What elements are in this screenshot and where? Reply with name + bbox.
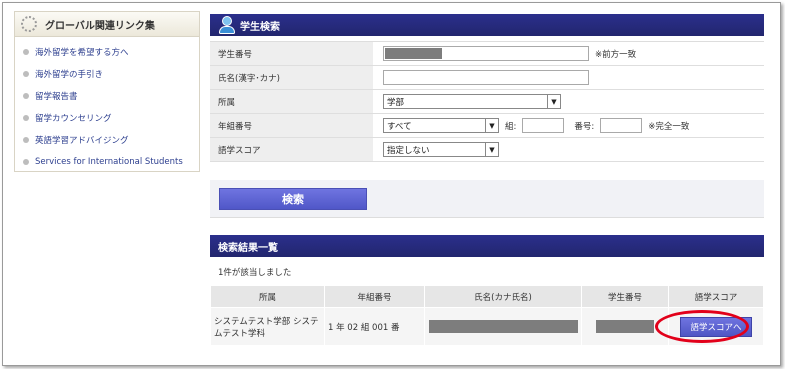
column-header-name: 氏名(カナ氏名) xyxy=(424,285,582,308)
student-number-label: 学生番号 xyxy=(210,42,373,65)
bullet-icon xyxy=(23,137,29,143)
chevron-down-icon: ▼ xyxy=(485,119,498,132)
name-input[interactable] xyxy=(383,70,589,85)
sidebar-link-report[interactable]: 留学報告書 xyxy=(15,85,199,107)
prefix-match-note: ※前方一致 xyxy=(595,49,637,60)
bullet-icon xyxy=(23,49,29,55)
bullet-icon xyxy=(23,115,29,121)
number-label: 番号: xyxy=(574,121,595,132)
chevron-down-icon: ▼ xyxy=(547,95,560,108)
search-button-area: 検索 xyxy=(210,180,764,218)
language-score-label: 語学スコア xyxy=(210,138,373,161)
redacted-value xyxy=(385,48,442,59)
cell-grade-class: 1 年 02 組 001 番 xyxy=(324,307,425,346)
grade-class-label: 年組番号 xyxy=(210,114,373,137)
search-button[interactable]: 検索 xyxy=(219,188,367,210)
year-select-value: すべて xyxy=(387,121,412,132)
affiliation-select[interactable]: 学部 ▼ xyxy=(383,94,561,109)
form-row-name: 氏名(漢字･カナ) xyxy=(210,66,764,90)
column-header-student-number: 学生番号 xyxy=(581,285,669,308)
sidebar-link-label: Services for International Students xyxy=(35,157,183,167)
sidebar-link-study-abroad[interactable]: 海外留学を希望する方へ xyxy=(15,41,199,63)
search-form: 学生番号 ※前方一致 氏名(漢字･カナ) 所属 学部 ▼ 年組番号 すべて ▼ xyxy=(210,41,764,162)
results-table-header: 所属 年組番号 氏名(カナ氏名) 学生番号 語学スコア xyxy=(210,285,764,308)
sidebar-header: グローバル関連リンク集 xyxy=(15,12,199,37)
sidebar-link-label: 海外留学を希望する方へ xyxy=(35,48,129,58)
form-row-affiliation: 所属 学部 ▼ xyxy=(210,90,764,114)
cell-affiliation: システムテスト学部 システムテスト学科 xyxy=(210,307,325,346)
sidebar-link-label: 留学報告書 xyxy=(35,92,78,102)
student-number-input[interactable] xyxy=(383,46,589,61)
name-label: 氏名(漢字･カナ) xyxy=(210,66,373,89)
student-search-title: 学生検索 xyxy=(240,21,280,33)
exact-match-note: ※完全一致 xyxy=(648,121,690,132)
sidebar-link-international-services[interactable]: Services for International Students xyxy=(15,151,199,173)
sidebar-link-label: 英語学習アドバイジング xyxy=(35,136,129,146)
affiliation-select-value: 学部 xyxy=(387,97,405,108)
results-header: 検索結果一覧 xyxy=(210,235,764,257)
chevron-down-icon: ▼ xyxy=(485,143,498,156)
language-score-select-value: 指定しない xyxy=(387,145,430,156)
person-icon xyxy=(218,15,236,35)
class-input[interactable] xyxy=(522,118,565,133)
cell-name xyxy=(424,307,582,346)
results-count: 1件が該当しました xyxy=(218,268,292,278)
gear-icon xyxy=(21,16,37,32)
highlight-circle xyxy=(655,310,749,343)
language-score-select[interactable]: 指定しない ▼ xyxy=(383,142,499,157)
form-row-student-number: 学生番号 ※前方一致 xyxy=(210,42,764,66)
redacted-value xyxy=(596,320,654,333)
sidebar-title: グローバル関連リンク集 xyxy=(45,20,155,32)
bullet-icon xyxy=(23,159,29,165)
sidebar-link-counseling[interactable]: 留学カウンセリング xyxy=(15,107,199,129)
global-links-sidebar: グローバル関連リンク集 海外留学を希望する方へ 海外留学の手引き 留学報告書 留… xyxy=(14,11,200,172)
sidebar-link-list: 海外留学を希望する方へ 海外留学の手引き 留学報告書 留学カウンセリング 英語学… xyxy=(15,37,199,173)
sidebar-link-label: 海外留学の手引き xyxy=(35,70,104,80)
redacted-value xyxy=(428,320,578,333)
column-header-grade-class: 年組番号 xyxy=(324,285,425,308)
class-label: 組: xyxy=(505,121,517,132)
affiliation-label: 所属 xyxy=(210,90,373,113)
sidebar-link-english-advising[interactable]: 英語学習アドバイジング xyxy=(15,129,199,151)
bullet-icon xyxy=(23,93,29,99)
form-row-grade-class: 年組番号 すべて ▼ 組: 番号: ※完全一致 xyxy=(210,114,764,138)
results-title: 検索結果一覧 xyxy=(218,242,278,254)
student-search-header: 学生検索 xyxy=(210,14,764,36)
sidebar-link-guide[interactable]: 海外留学の手引き xyxy=(15,63,199,85)
number-input[interactable] xyxy=(600,118,643,133)
year-select[interactable]: すべて ▼ xyxy=(383,118,499,133)
column-header-affiliation: 所属 xyxy=(210,285,325,308)
bullet-icon xyxy=(23,71,29,77)
form-row-language-score: 語学スコア 指定しない ▼ xyxy=(210,138,764,162)
sidebar-link-label: 留学カウンセリング xyxy=(35,114,112,124)
column-header-language-score: 語学スコア xyxy=(668,285,764,308)
